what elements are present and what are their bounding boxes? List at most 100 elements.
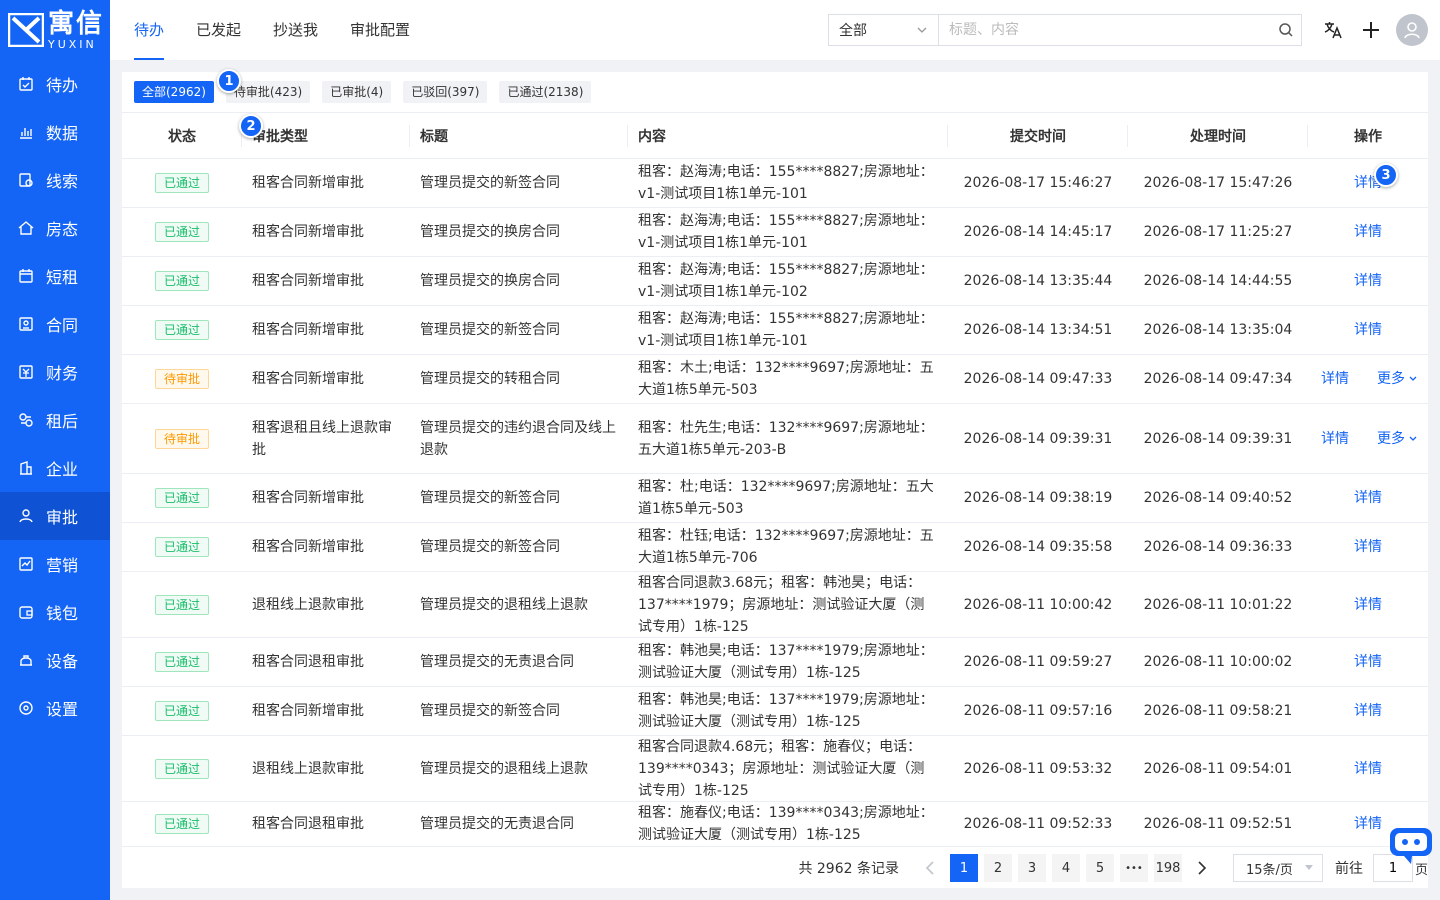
top-tab-0[interactable]: 待办 — [134, 0, 165, 60]
detail-link[interactable]: 详情 — [1354, 221, 1382, 243]
sidebar-item-0[interactable]: 待办 — [0, 60, 110, 108]
page-button[interactable]: 4 — [1051, 854, 1080, 882]
filter-tag-4[interactable]: 已通过(2138) — [499, 81, 592, 103]
sidebar-item-6[interactable]: 财务 — [0, 348, 110, 396]
top-tab-2[interactable]: 抄送我 — [273, 0, 318, 60]
status-badge: 待审批 — [154, 428, 209, 449]
sidebar-item-label: 财务 — [46, 364, 79, 383]
more-label: 更多 — [1377, 371, 1405, 387]
title-cell: 管理员提交的新签合同 — [420, 322, 560, 338]
detail-link[interactable]: 详情 — [1354, 536, 1382, 558]
page-button[interactable]: 3 — [1017, 854, 1046, 882]
table-row: 已通过 租客合同新增审批 管理员提交的换房合同 租客：赵海涛;电话：155****88… — [122, 208, 1428, 257]
title-cell: 管理员提交的新签合同 — [420, 539, 560, 555]
detail-link[interactable]: 详情 — [1354, 319, 1382, 341]
submit-time-cell: 2026-08-17 15:46:27 — [963, 175, 1113, 191]
detail-link[interactable]: 详情 — [1354, 758, 1382, 780]
prev-page-button[interactable] — [916, 854, 944, 882]
column-header-5: 处理时间 — [1128, 113, 1308, 158]
more-dropdown[interactable]: 更多 — [1377, 368, 1418, 390]
calendar-icon — [19, 269, 33, 283]
more-dropdown[interactable]: 更多 — [1377, 428, 1418, 450]
detail-link[interactable]: 详情 — [1354, 813, 1382, 835]
page-ellipsis[interactable]: ••• — [1119, 854, 1148, 882]
sidebar-item-2[interactable]: 线索 — [0, 156, 110, 204]
detail-link[interactable]: 详情 — [1354, 487, 1382, 509]
sidebar-item-label: 线索 — [46, 172, 79, 191]
page-button[interactable]: 1 — [949, 854, 978, 882]
search-input[interactable] — [938, 14, 1302, 46]
submit-time-cell: 2026-08-11 09:57:16 — [963, 703, 1113, 719]
sidebar-item-11[interactable]: 钱包 — [0, 588, 110, 636]
sidebar-item-12[interactable]: 设备 — [0, 636, 110, 684]
annotation-marker-2: 2 — [239, 114, 263, 138]
approval-type-cell: 租客合同退租审批 — [252, 654, 364, 670]
submit-time-cell: 2026-08-14 09:35:58 — [963, 539, 1113, 555]
top-tab-1[interactable]: 已发起 — [196, 0, 241, 60]
sidebar-item-7[interactable]: 租后 — [0, 396, 110, 444]
operation-cell: 详情 — [1308, 474, 1428, 522]
detail-link[interactable]: 详情 — [1321, 368, 1349, 390]
next-page-button[interactable] — [1188, 854, 1216, 882]
content-cell: 租客合同退款4.68元；租客：施春仪；电话：139****0343；房源地址：测… — [638, 738, 925, 799]
column-header-2: 标题 — [410, 113, 628, 158]
sidebar-item-10[interactable]: 营销 — [0, 540, 110, 588]
status-badge: 已通过 — [154, 594, 209, 615]
chevron-down-icon — [917, 27, 927, 33]
content-cell: 租客合同退款3.68元；租客：韩池昊；电话：137****1979；房源地址：测… — [638, 574, 925, 635]
detail-link[interactable]: 详情 — [1354, 270, 1382, 292]
chat-assistant-icon[interactable] — [1388, 826, 1434, 866]
sidebar-item-label: 设置 — [46, 700, 79, 719]
operation-cell: 详情 — [1308, 159, 1428, 207]
filter-tag-0[interactable]: 全部(2962) — [134, 81, 214, 103]
content-cell: 租客：赵海涛;电话：155****8827;房源地址：v1-测试项目1栋1单元-… — [638, 164, 934, 202]
add-button[interactable] — [1352, 0, 1390, 60]
sidebar-item-9[interactable]: 审批 — [0, 492, 110, 540]
service-icon — [19, 413, 33, 427]
table-row: 已通过 租客合同新增审批 管理员提交的新签合同 租客：杜钰;电话：132****969… — [122, 523, 1428, 572]
sidebar-item-label: 待办 — [46, 76, 79, 95]
column-header-1: 审批类型 — [242, 113, 410, 158]
sidebar: 寓信 YUXIN 待办数据线索房态 短租 合同财务租后企业 审批 营销 钱包 设备设置 — [0, 0, 110, 900]
filter-tag-3[interactable]: 已驳回(397) — [403, 81, 488, 103]
marketing-icon — [19, 557, 33, 571]
finance-icon — [19, 365, 33, 379]
content-cell: 租客：木土;电话：132****9697;房源地址：五大道1栋5单元-503 — [638, 360, 934, 398]
status-cell: 待审批 — [122, 355, 242, 403]
detail-link[interactable]: 详情 — [1354, 700, 1382, 722]
detail-link[interactable]: 详情 — [1354, 594, 1382, 616]
search-icon[interactable] — [1278, 22, 1294, 38]
sidebar-item-4[interactable]: 短租 — [0, 252, 110, 300]
sidebar-item-3[interactable]: 房态 — [0, 204, 110, 252]
sidebar-item-8[interactable]: 企业 — [0, 444, 110, 492]
page-size-select[interactable]: 15条/页 — [1232, 854, 1323, 882]
handle-time-cell: 2026-08-14 09:40:52 — [1143, 490, 1293, 506]
annotation-marker-3: 3 — [1374, 163, 1398, 187]
content-cell: 租客：韩池昊;电话：137****1979;房源地址：测试验证大厦（测试专用）1… — [638, 643, 934, 681]
caret-down-icon — [1304, 865, 1313, 870]
page-button[interactable]: 198 — [1153, 854, 1182, 882]
status-badge: 已通过 — [154, 271, 209, 291]
logo[interactable]: 寓信 YUXIN — [0, 0, 110, 60]
status-badge: 已通过 — [154, 488, 209, 508]
status-cell: 已通过 — [122, 306, 242, 354]
search-scope-select[interactable]: 全部 — [828, 14, 938, 46]
house-icon — [18, 221, 34, 235]
sidebar-item-label: 租后 — [46, 412, 79, 431]
submit-time-cell: 2026-08-14 09:38:19 — [963, 490, 1113, 506]
user-avatar-icon — [1404, 22, 1420, 39]
brand-name: 寓信 — [48, 8, 105, 39]
sidebar-item-1[interactable]: 数据 — [0, 108, 110, 156]
avatar[interactable] — [1396, 14, 1428, 46]
sidebar-item-13[interactable]: 设置 — [0, 684, 110, 732]
todo-icon — [19, 77, 33, 91]
page-button[interactable]: 2 — [983, 854, 1012, 882]
translate-button[interactable] — [1314, 0, 1352, 60]
page-button[interactable]: 5 — [1085, 854, 1114, 882]
sidebar-item-5[interactable]: 合同 — [0, 300, 110, 348]
handle-time-cell: 2026-08-11 09:52:51 — [1143, 816, 1293, 832]
top-tab-3[interactable]: 审批配置 — [350, 0, 410, 60]
detail-link[interactable]: 详情 — [1354, 651, 1382, 673]
detail-link[interactable]: 详情 — [1321, 428, 1349, 450]
filter-tag-2[interactable]: 已审批(4) — [322, 81, 392, 103]
